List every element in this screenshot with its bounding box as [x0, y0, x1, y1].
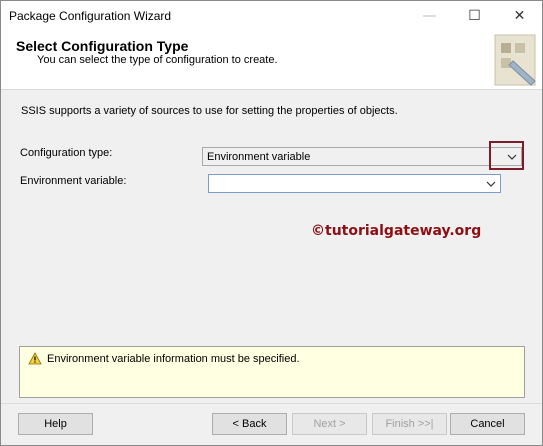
environment-variable-select[interactable]: [208, 174, 501, 193]
finish-button[interactable]: Finish >>|: [372, 413, 447, 435]
next-button[interactable]: Next >: [292, 413, 367, 435]
configuration-type-select[interactable]: Environment variable: [202, 147, 522, 166]
back-button[interactable]: < Back: [212, 413, 287, 435]
page-subtitle: You can select the type of configuration…: [37, 54, 278, 66]
configuration-type-value: Environment variable: [207, 151, 311, 163]
help-button[interactable]: Help: [18, 413, 93, 435]
environment-variable-label: Environment variable:: [20, 175, 127, 187]
intro-text: SSIS supports a variety of sources to us…: [21, 105, 398, 117]
chevron-down-icon[interactable]: [482, 175, 500, 192]
watermark-text: ©tutorialgateway.org: [311, 223, 482, 239]
message-box: Environment variable information must be…: [19, 346, 525, 398]
button-bar-divider: [1, 403, 542, 404]
wizard-banner-icon: [494, 34, 536, 86]
cancel-button[interactable]: Cancel: [450, 413, 525, 435]
dropdown-highlight-box: [489, 141, 524, 170]
maximize-button[interactable]: ☐: [452, 1, 497, 31]
warning-icon: [28, 352, 42, 365]
title-bar: Package Configuration Wizard — ☐ ✕: [1, 1, 542, 31]
minimize-button[interactable]: —: [407, 1, 452, 31]
window-title: Package Configuration Wizard: [9, 9, 172, 23]
wizard-header: Select Configuration Type You can select…: [1, 31, 542, 90]
page-title: Select Configuration Type: [16, 38, 189, 54]
message-text: Environment variable information must be…: [47, 353, 300, 365]
configuration-type-label: Configuration type:: [20, 147, 113, 159]
close-button[interactable]: ✕: [497, 1, 542, 31]
wizard-window: Package Configuration Wizard — ☐ ✕ Selec…: [0, 0, 543, 446]
